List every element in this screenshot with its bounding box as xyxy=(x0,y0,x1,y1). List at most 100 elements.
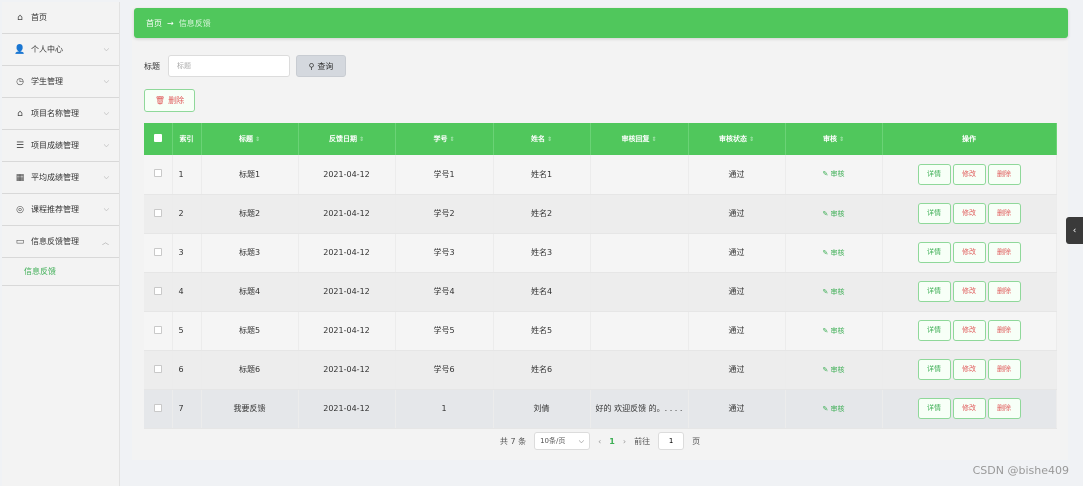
header-reply[interactable]: 审核回复 ⇕ xyxy=(590,123,689,155)
cell-title: 我要反馈 xyxy=(201,389,299,429)
detail-button[interactable]: 详情 xyxy=(917,203,951,224)
audit-link[interactable]: ✎ 审核 xyxy=(822,249,844,257)
audit-link[interactable]: ✎ 审核 xyxy=(822,170,844,178)
chevron-icon: ︿ xyxy=(102,237,109,246)
cell-date: 2021-04-12 xyxy=(298,389,396,429)
cell-date: 2021-04-12 xyxy=(298,311,396,351)
sidebar-item-label: 项目名称管理 xyxy=(31,109,79,118)
cell-date: 2021-04-12 xyxy=(298,272,396,312)
sidebar-item-label: 平均成绩管理 xyxy=(31,173,79,182)
delete-button[interactable]: 删除 xyxy=(987,359,1021,380)
edit-button[interactable]: 修改 xyxy=(952,281,986,302)
sidebar-item-2[interactable]: ◷ 学生管理 ⌵ xyxy=(2,66,119,98)
sort-icon: ⇕ xyxy=(748,136,755,143)
cell-status: 通过 xyxy=(688,350,786,390)
edit-icon: ✎ xyxy=(822,326,831,335)
sidebar-item-5[interactable]: ▦ 平均成绩管理 ⌵ xyxy=(2,162,119,194)
goto-page-input[interactable] xyxy=(658,432,685,450)
audit-link[interactable]: ✎ 审核 xyxy=(822,405,844,413)
audit-link[interactable]: ✎ 审核 xyxy=(822,366,844,374)
edit-icon: ✎ xyxy=(822,365,831,374)
edit-button[interactable]: 修改 xyxy=(952,359,986,380)
sidebar-subitem-feedback[interactable]: 信息反馈 xyxy=(2,258,119,286)
edit-button[interactable]: 修改 xyxy=(952,242,986,263)
row-checkbox[interactable] xyxy=(144,272,173,312)
page-number-current[interactable]: 1 xyxy=(609,437,615,446)
header-audit[interactable]: 审核 ⇕ xyxy=(785,123,883,155)
sidebar-item-7[interactable]: ▭ 信息反馈管理 ︿ xyxy=(2,226,119,258)
row-checkbox[interactable] xyxy=(144,155,173,195)
select-all-checkbox[interactable] xyxy=(144,123,173,155)
cell-ops: 详情 修改 删除 xyxy=(882,194,1057,234)
audit-link[interactable]: ✎ 审核 xyxy=(822,210,844,218)
batch-delete-label: 删除 xyxy=(168,96,185,105)
search-button-label: 查询 xyxy=(317,61,334,71)
sidebar-item-4[interactable]: ☰ 项目成绩管理 ⌵ xyxy=(2,130,119,162)
main-content: 首页 → 信息反馈 标题 ⚲ 查询 🗑 删除 索引 标题⇕ 反馈日期⇕ 学号⇕ xyxy=(132,6,1068,460)
header-student-no[interactable]: 学号 ⇕ xyxy=(395,123,494,155)
sidebar-item-3[interactable]: ⌂ 项目名称管理 ⌵ xyxy=(2,98,119,130)
cell-name: 刘倩 xyxy=(493,389,591,429)
audit-link[interactable]: ✎ 审核 xyxy=(822,327,844,335)
cell-date: 2021-04-12 xyxy=(298,350,396,390)
detail-button[interactable]: 详情 xyxy=(917,281,951,302)
sidebar-item-6[interactable]: ◎ 课程推荐管理 ⌵ xyxy=(2,194,119,226)
sort-icon: ⇕ xyxy=(651,136,657,143)
delete-button[interactable]: 删除 xyxy=(987,163,1021,185)
delete-button[interactable]: 删除 xyxy=(987,281,1021,302)
search-input[interactable] xyxy=(168,55,290,77)
row-checkbox[interactable] xyxy=(144,194,173,234)
edit-button[interactable]: 修改 xyxy=(952,398,986,419)
page-size-select[interactable]: 10条/页 ⌵ xyxy=(534,432,591,450)
detail-button[interactable]: 详情 xyxy=(917,163,951,185)
goto-label: 前往 xyxy=(634,436,651,446)
cell-reply xyxy=(590,350,689,390)
cell-reply xyxy=(590,155,689,195)
edit-button[interactable]: 修改 xyxy=(952,320,986,341)
row-checkbox[interactable] xyxy=(144,350,173,390)
breadcrumb-current: 信息反馈 xyxy=(178,18,211,28)
cell-student-no: 学号2 xyxy=(395,194,494,234)
header-status[interactable]: 审核状态 ⇕ xyxy=(688,123,786,155)
audit-link[interactable]: ✎ 审核 xyxy=(822,288,844,296)
cell-name: 姓名3 xyxy=(493,233,591,273)
edit-button[interactable]: 修改 xyxy=(952,163,986,185)
sidebar-item-label: 学生管理 xyxy=(31,77,63,86)
cell-status: 通过 xyxy=(688,311,786,351)
delete-button[interactable]: 删除 xyxy=(987,398,1021,419)
cell-status: 通过 xyxy=(688,155,786,195)
row-checkbox[interactable] xyxy=(144,233,173,273)
delete-button[interactable]: 删除 xyxy=(987,203,1021,224)
search-button[interactable]: ⚲ 查询 xyxy=(296,55,346,77)
detail-button[interactable]: 详情 xyxy=(917,242,951,263)
header-date[interactable]: 反馈日期 ⇕ xyxy=(298,123,396,155)
cell-name: 姓名4 xyxy=(493,272,591,312)
table-row: 4 标题4 2021-04-12 学号4 姓名4 通过 ✎ 审核 详情 修改 删除 xyxy=(144,272,1057,312)
breadcrumb-home[interactable]: 首页 xyxy=(146,18,162,29)
cell-name: 姓名5 xyxy=(493,311,591,351)
cell-index: 6 xyxy=(172,350,202,390)
sidebar-item-0[interactable]: ⌂ 首页 xyxy=(2,2,119,34)
cell-title: 标题4 xyxy=(201,272,299,312)
sidebar: ⌂ 首页 👤 个人中心 ⌵ ◷ 学生管理 ⌵ ⌂ 项目名称管理 ⌵ ☰ 项目成绩管理 ⌵ ▦ 平均成绩管理 ⌵ ◎… xyxy=(2,2,120,486)
edit-button[interactable]: 修改 xyxy=(952,203,986,224)
prev-page-button[interactable]: ‹ xyxy=(598,437,601,446)
detail-button[interactable]: 详情 xyxy=(917,320,951,341)
detail-button[interactable]: 详情 xyxy=(917,359,951,380)
cell-student-no: 学号6 xyxy=(395,350,494,390)
delete-button[interactable]: 删除 xyxy=(987,320,1021,341)
row-checkbox[interactable] xyxy=(144,389,173,429)
page-size-value: 10条/页 xyxy=(540,437,566,445)
cell-index: 5 xyxy=(172,311,202,351)
collapse-panel-button[interactable]: ‹ xyxy=(1066,217,1083,244)
batch-delete-button[interactable]: 🗑 删除 xyxy=(144,89,195,112)
next-page-button[interactable]: › xyxy=(623,437,626,446)
delete-button[interactable]: 删除 xyxy=(987,242,1021,263)
sidebar-item-1[interactable]: 👤 个人中心 ⌵ xyxy=(2,34,119,66)
cell-name: 姓名6 xyxy=(493,350,591,390)
row-checkbox[interactable] xyxy=(144,311,173,351)
header-title[interactable]: 标题 ⇕ xyxy=(201,123,299,155)
header-name[interactable]: 姓名 ⇕ xyxy=(493,123,591,155)
detail-button[interactable]: 详情 xyxy=(917,398,951,419)
edit-icon: ✎ xyxy=(822,404,831,413)
